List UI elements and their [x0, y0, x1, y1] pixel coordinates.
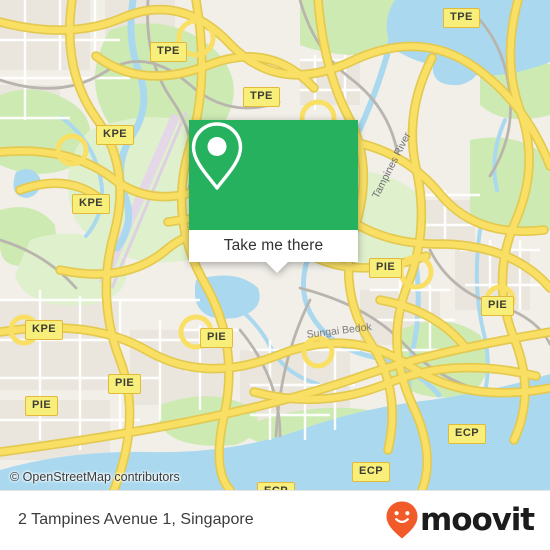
- popup-icon-panel: [189, 120, 358, 230]
- moovit-brand[interactable]: moovit: [385, 500, 535, 540]
- address-label: 2 Tampines Avenue 1, Singapore: [18, 511, 254, 528]
- location-popup-card[interactable]: Take me there: [189, 120, 358, 273]
- moovit-wordmark: moovit: [420, 501, 535, 538]
- moovit-map-card: Tampines River Sungai Bedok TPE TPE KPE TPE…: [0, 0, 550, 550]
- osm-attribution[interactable]: © OpenStreetMap contributors: [10, 470, 180, 484]
- popup-pointer-tail: [266, 262, 288, 273]
- map-canvas[interactable]: Tampines River Sungai Bedok TPE TPE KPE TPE…: [0, 0, 550, 490]
- road-shield-pie-7: PIE: [369, 258, 403, 278]
- footer-divider: [0, 490, 550, 491]
- road-shield-pie-8: PIE: [481, 296, 515, 316]
- road-shield-kpe-5: KPE: [25, 320, 64, 340]
- road-shield-pie-10: PIE: [25, 396, 59, 416]
- road-shield-ecp-12: ECP: [352, 462, 391, 482]
- popup-action-panel[interactable]: Take me there: [189, 230, 358, 273]
- road-shield-ecp-13: ECP: [257, 482, 296, 490]
- road-shield-tpe-3: TPE: [443, 8, 480, 28]
- road-shield-tpe-0: TPE: [150, 42, 187, 62]
- road-shield-pie-9: PIE: [108, 374, 142, 394]
- moovit-pin-smiley-icon: [386, 501, 418, 539]
- footer-bar: 2 Tampines Avenue 1, Singapore moovit: [0, 490, 550, 550]
- road-shield-kpe-2: KPE: [96, 125, 135, 145]
- road-shield-ecp-11: ECP: [448, 424, 487, 444]
- take-me-there-button[interactable]: Take me there: [224, 237, 324, 255]
- road-shield-tpe-1: TPE: [243, 87, 280, 107]
- location-pin-icon: [191, 122, 243, 190]
- road-shield-pie-6: PIE: [200, 328, 234, 348]
- road-shield-kpe-4: KPE: [72, 194, 111, 214]
